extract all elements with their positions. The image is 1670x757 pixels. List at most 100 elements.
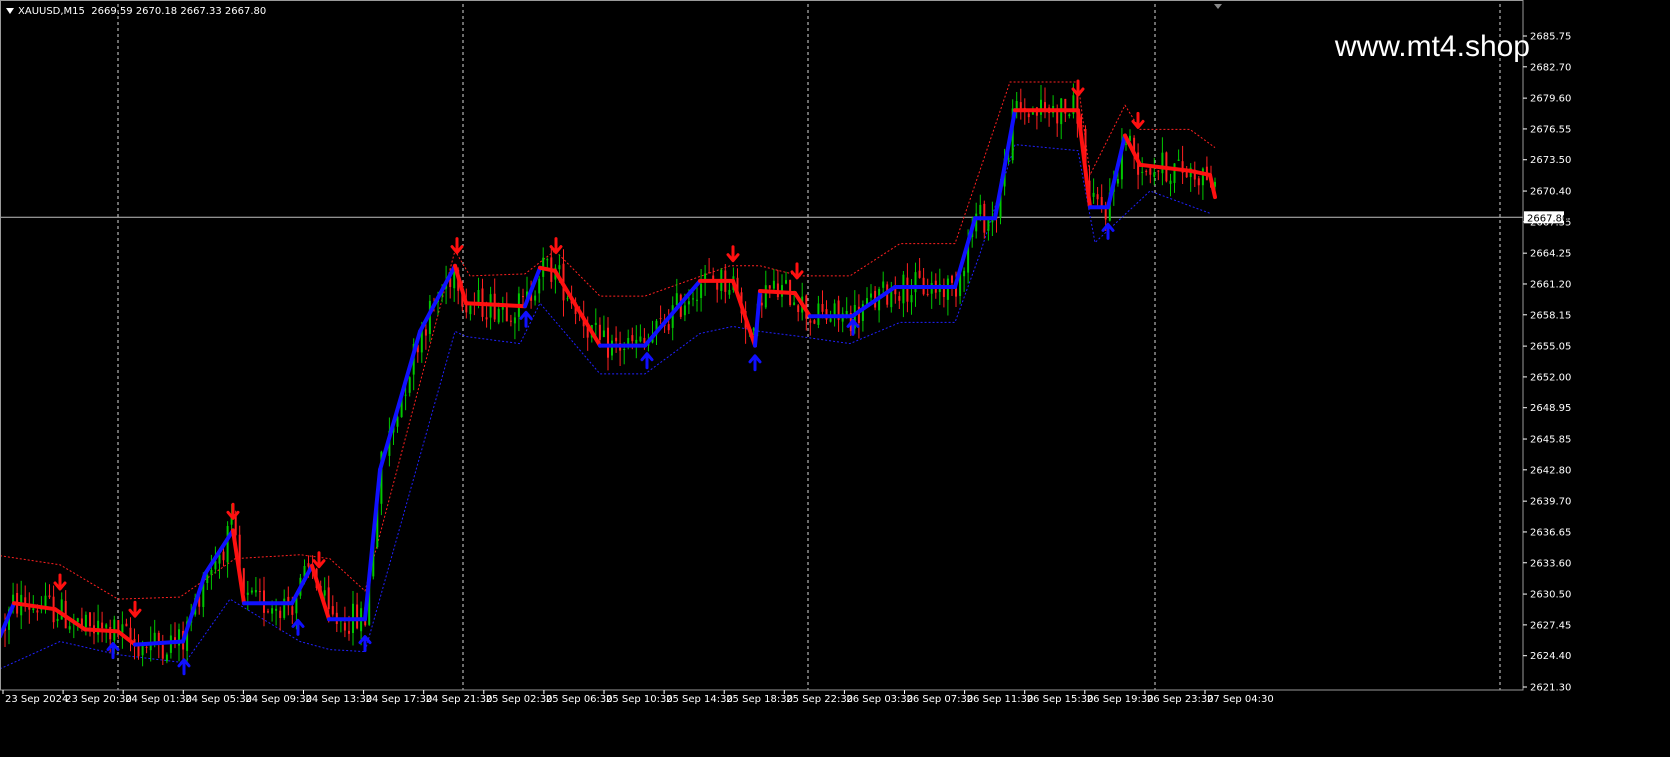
candle-body xyxy=(728,289,731,295)
price-label: 2624.40 xyxy=(1530,651,1571,662)
dropdown-triangle-icon[interactable] xyxy=(6,8,14,14)
candle-body xyxy=(639,336,642,342)
price-label: 2655.05 xyxy=(1530,342,1571,353)
trend-segment xyxy=(231,528,246,606)
candle-body xyxy=(343,622,346,631)
trend-line xyxy=(0,108,1217,647)
candle-body xyxy=(1201,168,1204,186)
candle-body xyxy=(793,302,796,306)
sell-signal xyxy=(450,237,464,255)
buy-arrow-icon xyxy=(519,310,533,328)
candle-body xyxy=(1104,208,1107,220)
price-label: 2642.80 xyxy=(1530,465,1571,476)
candle-body xyxy=(821,304,824,312)
sell-signal xyxy=(53,573,67,591)
candle-body xyxy=(708,272,711,274)
candle-body xyxy=(910,295,913,303)
time-label: 26 Sep 19:30 xyxy=(1087,694,1154,705)
candle-body xyxy=(210,570,213,575)
trend-segment xyxy=(378,329,422,472)
candle-body xyxy=(327,587,330,610)
price-label: 2639.70 xyxy=(1530,497,1571,508)
trend-segment xyxy=(310,563,331,622)
time-label: 24 Sep 17:30 xyxy=(366,694,433,705)
plot-frame xyxy=(0,0,1524,691)
candle-body xyxy=(1177,159,1180,161)
buy-signal xyxy=(177,658,191,676)
candle-body xyxy=(1145,170,1148,172)
candle-body xyxy=(906,277,909,302)
buy-arrow-icon xyxy=(748,354,762,372)
trend-segment xyxy=(0,601,16,639)
candle-body xyxy=(513,317,516,324)
candle-body xyxy=(68,626,71,630)
candle-body xyxy=(1068,114,1071,117)
sell-signal xyxy=(312,551,326,569)
candle-body xyxy=(760,302,763,306)
candle-body xyxy=(1197,178,1200,186)
time-label: 25 Sep 06:30 xyxy=(546,694,613,705)
candle-body xyxy=(477,290,480,304)
candle-body xyxy=(1161,152,1164,174)
candle-body xyxy=(667,324,670,331)
price-label: 2676.55 xyxy=(1530,124,1571,135)
candle-body xyxy=(1096,194,1099,200)
sell-arrow-icon xyxy=(549,237,563,255)
buy-signal xyxy=(519,310,533,328)
sell-arrow-icon xyxy=(726,245,740,263)
sell-signal xyxy=(1131,111,1145,129)
candle-body xyxy=(809,320,812,323)
buy-arrow-icon xyxy=(846,318,860,336)
candle-body xyxy=(32,608,35,611)
trend-segment xyxy=(753,289,762,348)
price-label: 2630.50 xyxy=(1530,590,1571,601)
price-label: 2621.30 xyxy=(1530,683,1571,694)
time-label: 25 Sep 22:30 xyxy=(786,694,853,705)
candle-body xyxy=(522,296,524,298)
candle-body xyxy=(683,305,686,316)
price-chart[interactable]: 2685.75 2682.70 2679.60 2676.55 2673.50 2670.… xyxy=(0,0,1670,757)
candle-body xyxy=(323,590,326,596)
buy-arrow-icon xyxy=(291,618,305,636)
price-label: 2679.60 xyxy=(1530,94,1571,105)
candle-body xyxy=(558,265,561,270)
candle-body xyxy=(963,270,966,277)
sell-arrow-icon xyxy=(226,502,240,520)
time-label: 24 Sep 01:30 xyxy=(125,694,192,705)
time-label: 24 Sep 13:30 xyxy=(306,694,373,705)
candle-body xyxy=(331,606,334,615)
candle-body xyxy=(951,275,953,283)
candle-body xyxy=(598,324,601,340)
symbol-header: XAUUSD,M15 2669.59 2670.18 2667.33 2667.… xyxy=(6,6,266,17)
trend-segment xyxy=(181,571,207,644)
price-label: 2636.65 xyxy=(1530,527,1571,538)
buy-arrow-icon xyxy=(106,642,120,660)
candle-body xyxy=(987,219,990,231)
candle-body xyxy=(700,283,703,298)
trend-segment xyxy=(83,627,120,634)
candle-body xyxy=(206,575,209,583)
trend-segment xyxy=(553,268,602,348)
price-label: 2627.45 xyxy=(1530,620,1571,631)
price-label: 2685.75 xyxy=(1530,32,1571,43)
candle-body xyxy=(497,308,500,323)
sell-arrow-icon xyxy=(53,573,67,591)
candle-body xyxy=(1141,171,1144,173)
candle-body xyxy=(1040,99,1042,115)
candle-body xyxy=(643,337,646,343)
candle-body xyxy=(141,646,144,656)
candle-body xyxy=(165,654,168,662)
trend-segment xyxy=(12,601,57,612)
candle-body xyxy=(1153,172,1156,177)
candle-body xyxy=(222,551,225,561)
trend-segment xyxy=(758,289,797,296)
candle-body xyxy=(89,612,91,627)
candle-body xyxy=(76,618,79,622)
price-label: 2645.85 xyxy=(1530,435,1571,446)
candle-body xyxy=(687,301,690,305)
candle-body xyxy=(813,320,816,324)
chart-window[interactable]: 2685.75 2682.70 2679.60 2676.55 2673.50 2670.… xyxy=(0,0,1670,757)
buy-arrow-icon xyxy=(177,658,191,676)
candle-body xyxy=(271,608,274,614)
candle-body xyxy=(898,296,901,301)
